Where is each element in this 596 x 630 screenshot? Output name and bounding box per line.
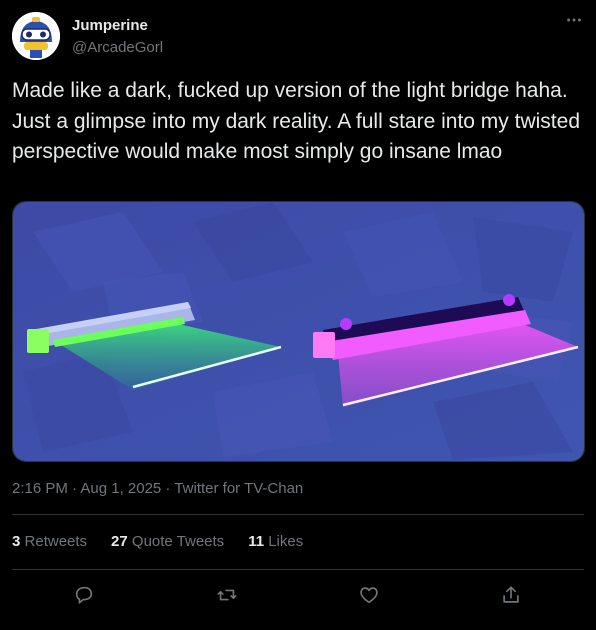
- avatar[interactable]: [12, 12, 60, 60]
- tweet-timestamp[interactable]: 2:16 PM · Aug 1, 2025 · Twitter for TV-C…: [12, 480, 303, 497]
- retweets-stat[interactable]: 3 Retweets: [12, 533, 87, 550]
- likes-label: Likes: [268, 533, 304, 550]
- action-bar: [12, 580, 584, 610]
- share-icon[interactable]: [498, 582, 524, 608]
- more-options-icon[interactable]: [564, 10, 584, 30]
- likes-count: 11: [248, 533, 265, 550]
- quote-tweets-stat[interactable]: 27 Quote Tweets: [111, 533, 224, 550]
- heart-icon[interactable]: [356, 582, 382, 608]
- robot-avatar-icon: [12, 12, 60, 60]
- retweets-label: Retweets: [24, 533, 88, 550]
- tweet-text: Made like a dark, fucked up version of t…: [12, 79, 580, 163]
- divider: [12, 569, 584, 570]
- user-handle[interactable]: @ArcadeGorl: [72, 39, 163, 56]
- engagement-stats: 3 Retweets 27 Quote Tweets 11 Likes: [12, 533, 327, 550]
- reply-icon[interactable]: [71, 582, 97, 608]
- quote-tweets-count: 27: [111, 533, 128, 550]
- retweets-count: 3: [12, 533, 21, 550]
- display-name[interactable]: Jumperine: [72, 17, 148, 34]
- likes-stat[interactable]: 11 Likes: [248, 533, 303, 550]
- retweet-icon[interactable]: [214, 582, 240, 608]
- quote-tweets-label: Quote Tweets: [131, 533, 225, 550]
- divider: [12, 514, 584, 515]
- light-bridge-render-image: [13, 202, 584, 461]
- tweet-media-image[interactable]: [12, 201, 585, 462]
